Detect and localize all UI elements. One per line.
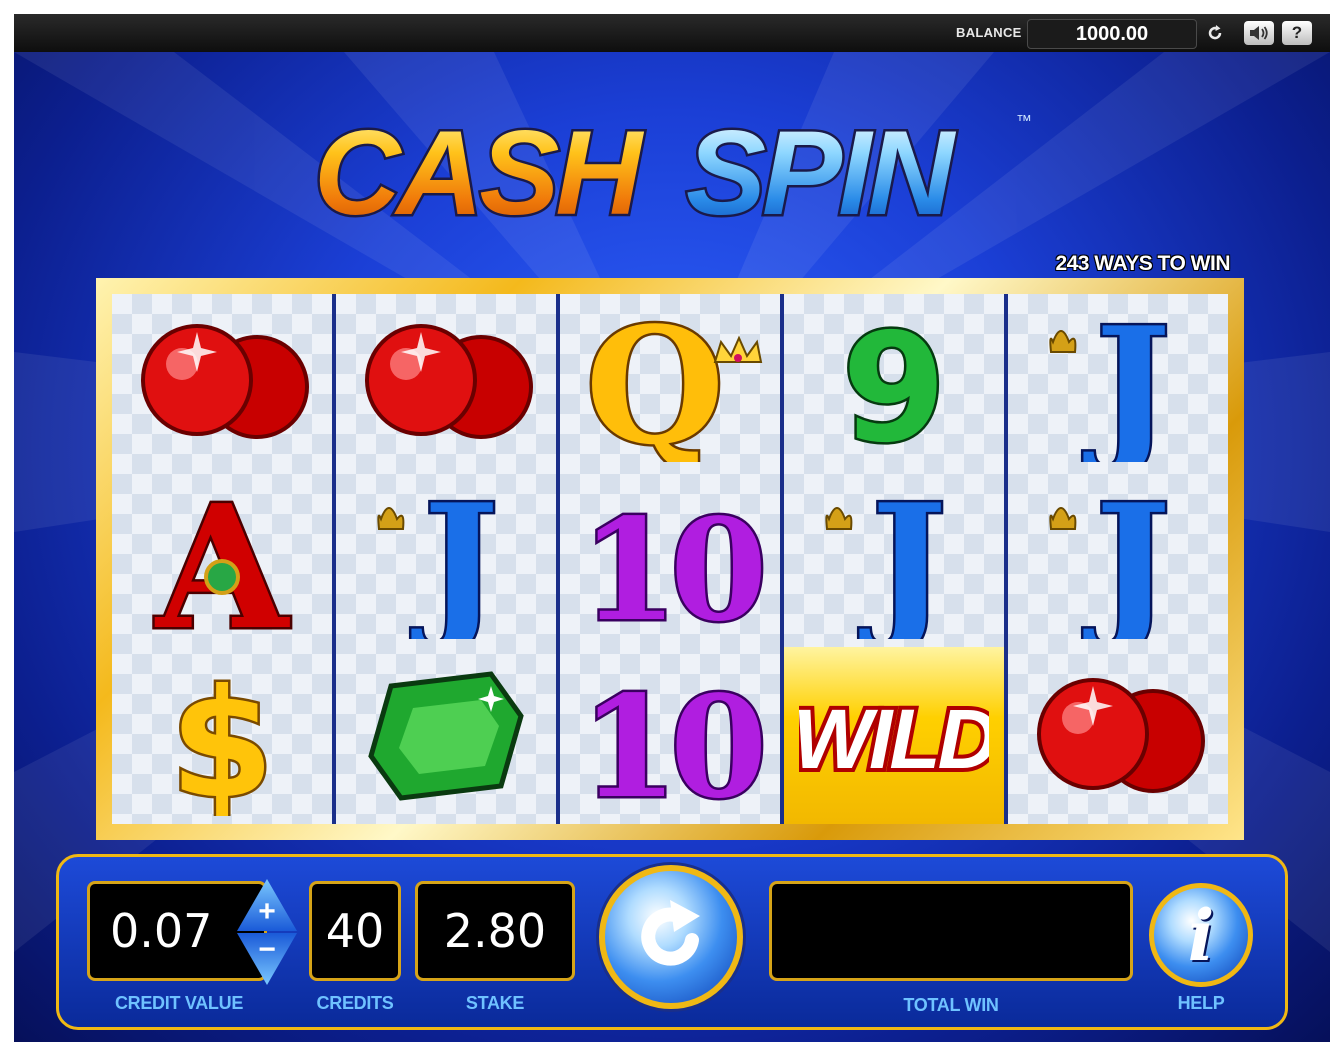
- refresh-icon[interactable]: [1204, 21, 1226, 45]
- control-panel: 0.07 + − CREDIT VALUE 40 CREDITS 2.80 ST…: [56, 854, 1288, 1030]
- help-label: HELP: [1177, 993, 1225, 1013]
- credits-display: 40: [309, 881, 401, 981]
- help-question-icon[interactable]: ?: [1282, 21, 1312, 45]
- refresh-icon-graphic: [1208, 25, 1222, 40]
- red-gems-icon: [365, 324, 533, 440]
- reel-1: A $: [112, 294, 332, 824]
- speaker-icon: [1250, 26, 1268, 40]
- reel-3: Q 10 10: [560, 294, 780, 824]
- spin-arrow-icon: [641, 900, 700, 966]
- reel-frame: A $: [96, 278, 1244, 840]
- total-win-label: TOTAL WIN: [903, 995, 999, 1015]
- logo-word-cash: CASH: [314, 106, 644, 232]
- ten-card-icon: 10: [578, 663, 765, 816]
- symbol-nine: 9: [784, 294, 1004, 471]
- ace-card-icon: A: [152, 479, 293, 639]
- balance-label: BALANCE: [956, 25, 1022, 40]
- queen-letter: Q: [585, 302, 724, 462]
- jack-card-icon: J: [825, 479, 949, 639]
- nine-label: 9: [842, 302, 946, 462]
- symbol-ten: 10: [560, 647, 780, 824]
- dollar-sign-icon: $: [167, 656, 276, 816]
- jack-letter: J: [411, 479, 499, 639]
- symbol-emerald: [336, 647, 556, 824]
- reel-5: J J: [1008, 294, 1228, 824]
- credit-value-display: 0.07: [87, 881, 267, 981]
- reel-4: 9 J WILD: [784, 294, 1004, 825]
- credit-value-label: CREDIT VALUE: [114, 993, 244, 1013]
- reel-2: J: [336, 294, 556, 824]
- stake-display: 2.80: [415, 881, 575, 981]
- symbol-jack: J: [336, 471, 556, 648]
- symbol-wild: WILD: [784, 647, 1004, 825]
- symbol-ten: 10: [560, 471, 780, 648]
- spin-button[interactable]: [599, 865, 743, 1009]
- jack-card-icon: J: [1049, 302, 1173, 462]
- green-emerald-icon: [368, 671, 524, 801]
- ways-to-win: 243 WAYS TO WIN: [1055, 252, 1230, 275]
- ten-label: 10: [581, 666, 761, 816]
- symbol-queen: Q: [560, 294, 780, 471]
- minus-icon: −: [258, 933, 276, 966]
- symbol-ace: A: [112, 471, 332, 648]
- plus-icon: +: [258, 895, 276, 928]
- cash-spin-logo: CASH SPIN ™: [312, 104, 1033, 233]
- credits-label: CREDITS: [316, 993, 394, 1013]
- help-info-icon[interactable]: i: [1149, 883, 1253, 987]
- jack-letter: J: [859, 479, 947, 639]
- top-bar: BALANCE 1000.00 ?: [14, 14, 1330, 52]
- logo-word-spin: SPIN: [686, 106, 956, 232]
- game-area: CASH SPIN ™ 243 WAYS TO WIN $ J Q 10 10 …: [14, 52, 1330, 1042]
- wild-label: WILD: [799, 692, 989, 786]
- jack-card-icon: J: [377, 479, 501, 639]
- jack-card-icon: J: [1049, 479, 1173, 639]
- symbol-jack: J: [1008, 471, 1228, 648]
- red-gems-icon: [141, 324, 309, 440]
- jack-letter: J: [1083, 479, 1171, 639]
- queen-card-icon: Q: [583, 302, 763, 462]
- wild-icon: WILD: [799, 688, 989, 790]
- ace-letter: A: [154, 479, 290, 639]
- symbol-dollar: $: [112, 647, 332, 824]
- game-window: BALANCE 1000.00 ? CASH SPIN ™ 243 WAYS T…: [14, 14, 1330, 1042]
- red-gems-icon: [1037, 677, 1205, 793]
- nine-card-icon: 9: [839, 302, 948, 462]
- symbol-red-gems: [1008, 647, 1228, 824]
- trademark: ™: [1016, 113, 1032, 130]
- ten-label: 10: [581, 489, 761, 639]
- reels-area: A $: [112, 294, 1228, 825]
- stake-label: STAKE: [465, 993, 525, 1013]
- symbol-jack: J: [1008, 294, 1228, 471]
- sound-icon[interactable]: [1244, 21, 1274, 45]
- jack-letter: J: [1083, 302, 1171, 462]
- symbol-red-gems: [112, 294, 332, 471]
- symbol-jack: J: [784, 471, 1004, 648]
- total-win-display: [769, 881, 1133, 981]
- ten-card-icon: 10: [578, 487, 765, 640]
- dollar-glyph: $: [170, 658, 274, 816]
- balance-value: 1000.00: [1027, 19, 1197, 49]
- symbol-red-gems: [336, 294, 556, 471]
